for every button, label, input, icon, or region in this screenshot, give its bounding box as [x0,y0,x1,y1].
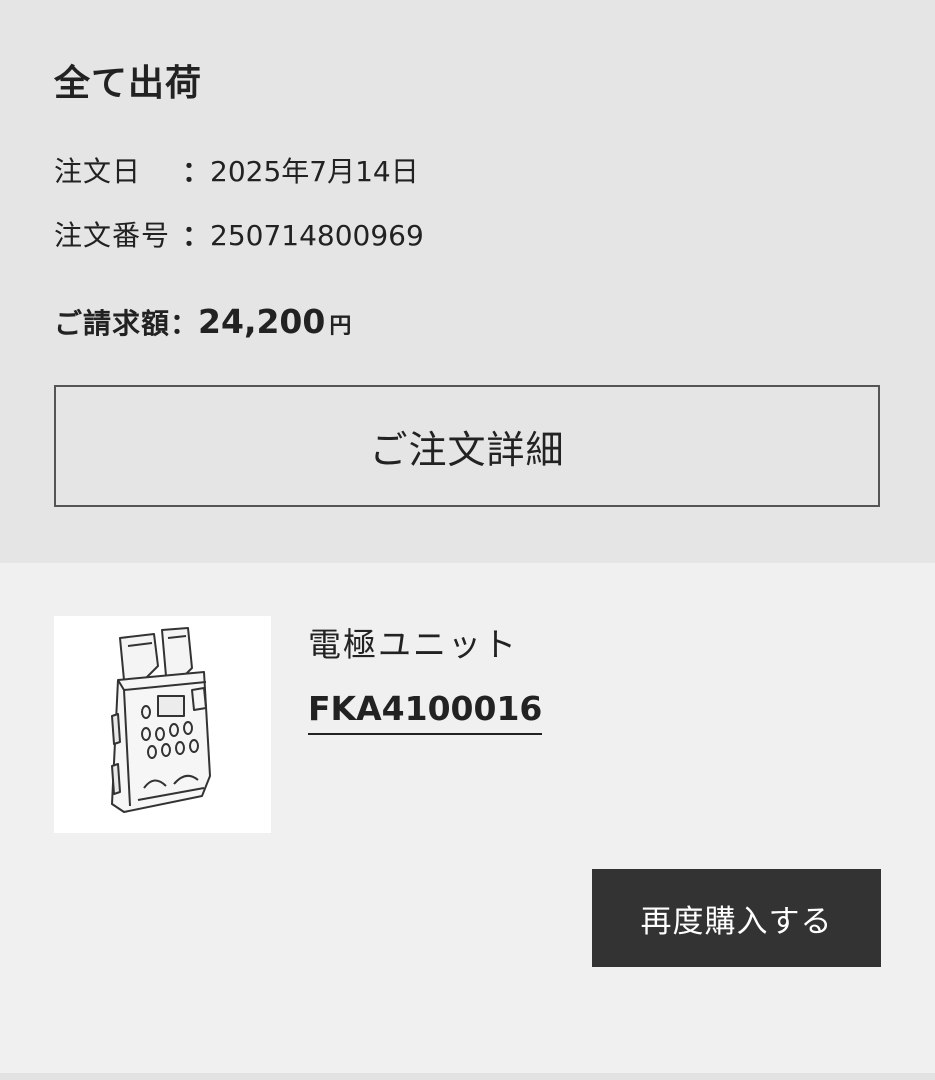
rebuy-button[interactable]: 再度購入する [592,869,881,967]
order-summary: 全て出荷 注文日 ： 2025年7月14日 注文番号 ： 25071480096… [0,0,935,563]
product-code-link[interactable]: FKA4100016 [308,687,543,735]
billing-total-label: ご請求額 [54,307,171,340]
order-number-value: 250714800969 [210,219,424,252]
order-number-row: 注文番号 ： 250714800969 [54,216,424,256]
order-date-colon: ： [182,155,211,188]
product-name: 電極ユニット [308,625,518,664]
billing-total-amount: 24,200 [198,302,326,341]
order-number-colon: ： [182,219,211,252]
billing-total-colon: ： [170,307,199,340]
order-detail-button[interactable]: ご注文詳細 [54,385,880,507]
order-date-label: 注文日 [54,155,142,188]
order-number-label: 注文番号 [54,219,171,252]
order-item: 電極ユニット FKA4100016 再度購入する [0,563,935,1073]
order-date-row: 注文日 ： 2025年7月14日 [54,152,419,192]
section-divider [0,1073,935,1080]
product-image[interactable] [54,616,271,833]
electrode-unit-part-image [111,627,211,813]
shipment-status: 全て出荷 [54,63,203,104]
order-date-value: 2025年7月14日 [210,155,419,188]
billing-total-currency: 円 [329,314,352,339]
billing-total-row: ご請求額 ： 24,200 円 [54,302,351,342]
